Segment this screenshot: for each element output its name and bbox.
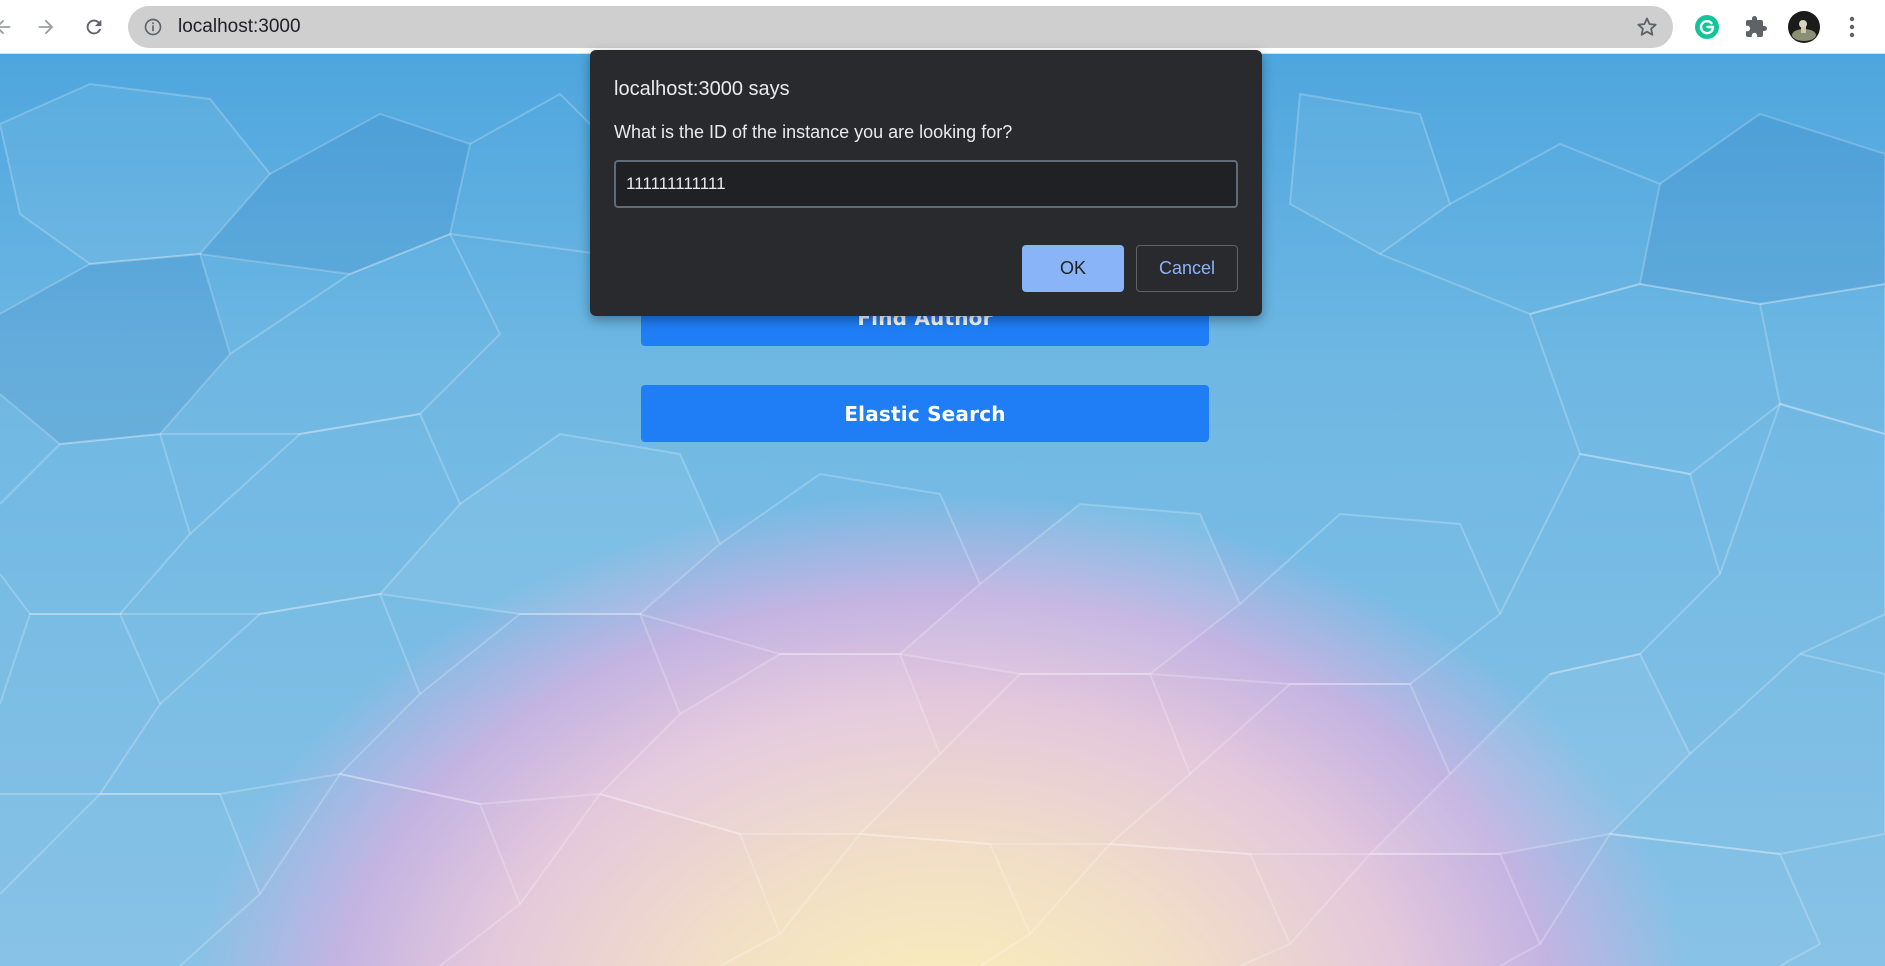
forward-button[interactable] <box>29 10 63 44</box>
avatar <box>1788 11 1820 43</box>
profile-button[interactable] <box>1788 11 1820 43</box>
star-icon[interactable] <box>1635 15 1659 39</box>
ok-button[interactable]: OK <box>1022 245 1124 292</box>
reload-button[interactable] <box>77 10 111 44</box>
elastic-search-button[interactable]: Elastic Search <box>641 385 1209 442</box>
url-text: localhost:3000 <box>178 16 301 37</box>
grammarly-extension-button[interactable] <box>1691 11 1723 43</box>
extensions-button[interactable] <box>1740 11 1772 43</box>
kebab-menu-icon <box>1849 16 1855 38</box>
address-bar[interactable]: localhost:3000 <box>128 6 1673 48</box>
dialog-title: localhost:3000 says <box>614 78 790 100</box>
browser-toolbar: localhost:3000 <box>0 0 1885 54</box>
reload-icon <box>86 19 102 35</box>
browser-menu-button[interactable] <box>1836 11 1868 43</box>
puzzle-icon <box>1746 16 1767 37</box>
cancel-button[interactable]: Cancel <box>1136 245 1238 292</box>
arrow-right-icon <box>38 19 54 35</box>
grammarly-icon <box>1695 15 1719 39</box>
info-icon[interactable] <box>143 17 163 37</box>
prompt-dialog: localhost:3000 says What is the ID of th… <box>590 50 1262 316</box>
back-button[interactable] <box>0 10 20 44</box>
instance-id-input[interactable] <box>614 160 1238 208</box>
arrow-left-icon <box>0 19 11 35</box>
dialog-message: What is the ID of the instance you are l… <box>614 122 1013 142</box>
